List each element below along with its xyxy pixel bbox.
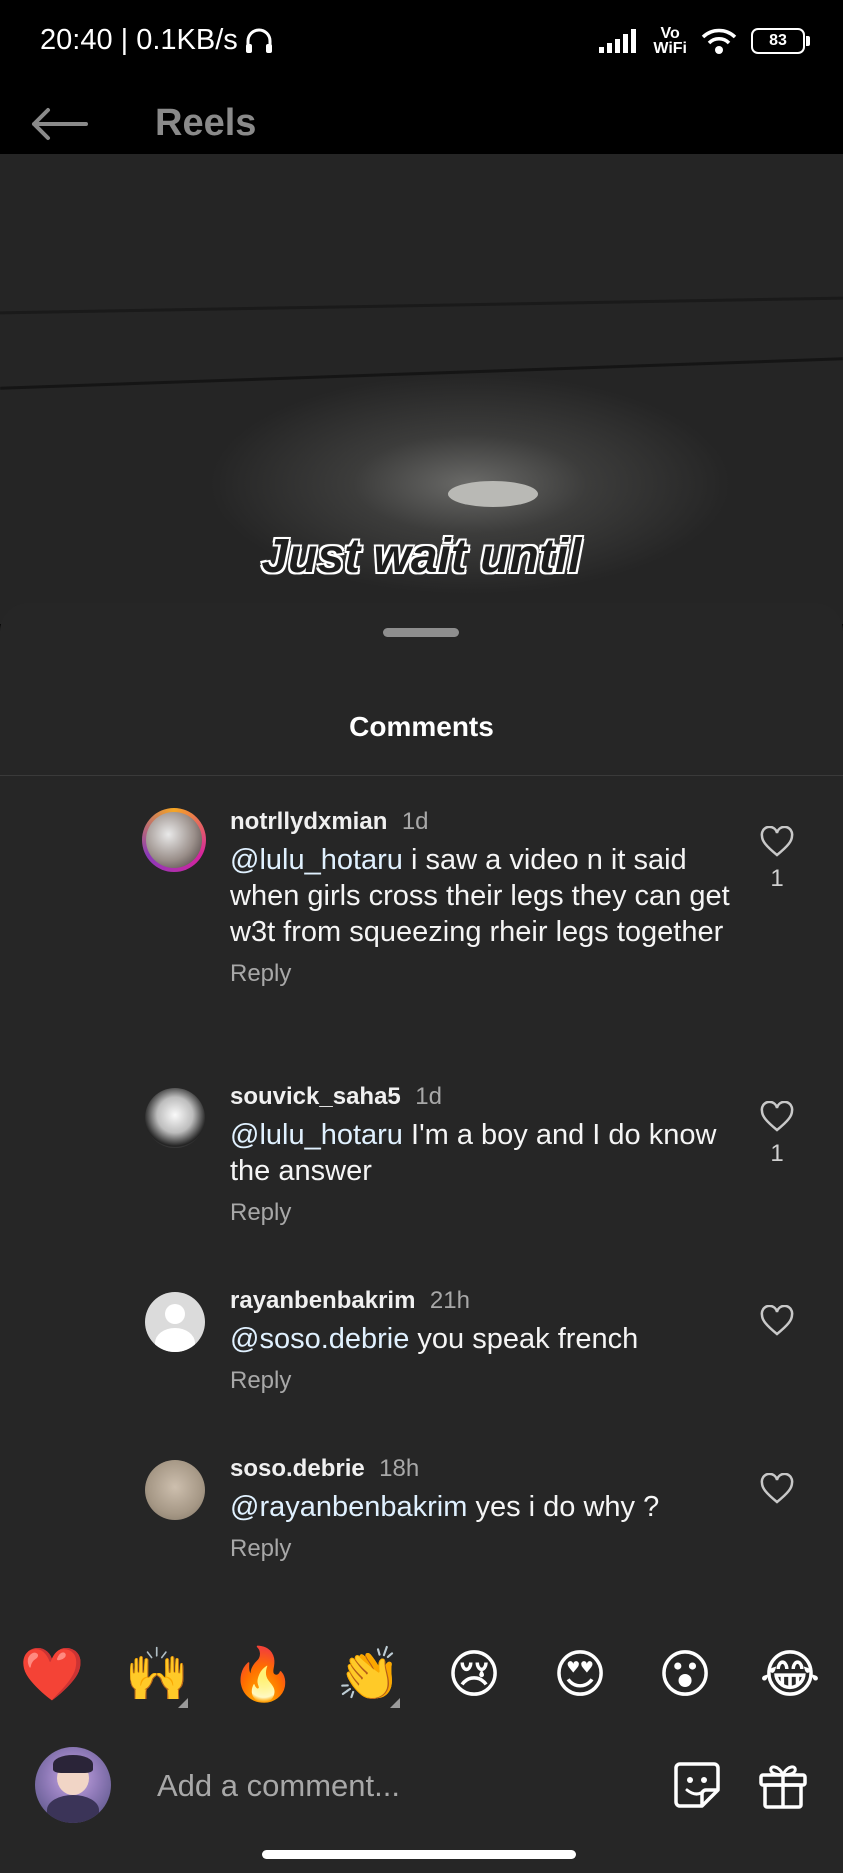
reels-header: Reels [0, 92, 843, 154]
comment-input[interactable] [155, 1760, 639, 1812]
emoji-heart[interactable]: ❤️ [17, 1640, 87, 1710]
comment-mention[interactable]: @soso.debrie [230, 1323, 409, 1355]
emoji-raised-hands[interactable]: 🙌 [122, 1640, 192, 1710]
comment-text: @rayanbenbakrim yes i do why ? [230, 1491, 660, 1523]
comment-time: 1d [401, 808, 429, 835]
home-indicator[interactable] [262, 1850, 576, 1859]
page-title: Reels [155, 102, 257, 144]
avatar[interactable] [142, 808, 206, 872]
gift-icon[interactable] [757, 1759, 809, 1811]
reply-button[interactable]: Reply [230, 960, 730, 988]
comment-mention[interactable]: @lulu_hotaru [230, 844, 403, 876]
reply-button[interactable]: Reply [230, 1199, 730, 1227]
like-control [757, 1304, 797, 1342]
sticker-icon[interactable] [672, 1760, 722, 1810]
comments-title: Comments [349, 711, 494, 742]
divider [0, 775, 843, 776]
skin-tone-indicator [178, 1698, 188, 1708]
comment-text: @soso.debrie you speak french [230, 1323, 639, 1355]
skin-tone-indicator [390, 1698, 400, 1708]
heart-icon[interactable] [760, 1100, 794, 1133]
comment-time: 18h [379, 1455, 420, 1482]
comment-text: @lulu_hotaru i saw a video n it said whe… [230, 844, 730, 948]
like-control: 1 [757, 1100, 797, 1168]
video-ceiling-line [0, 357, 843, 390]
battery-indicator: 83 [751, 28, 810, 54]
heart-icon[interactable] [760, 825, 794, 858]
avatar[interactable] [145, 1292, 205, 1352]
status-time-speed: 20:40 | 0.1KB/s [40, 24, 238, 56]
emoji-clapping[interactable]: 👏 [334, 1640, 404, 1710]
headphones-icon [245, 28, 272, 53]
comment-mention[interactable]: @lulu_hotaru [230, 1119, 403, 1151]
emoji-laughing[interactable]: 😂 [755, 1640, 825, 1710]
back-arrow-icon[interactable] [30, 106, 88, 142]
comment-time: 1d [415, 1083, 442, 1110]
drag-handle[interactable] [383, 628, 459, 637]
reply-button[interactable]: Reply [230, 1367, 730, 1395]
vowifi-indicator: Vo WiFi [653, 25, 687, 57]
comment-username[interactable]: notrllydxmian [230, 808, 387, 835]
like-count: 1 [770, 865, 784, 892]
emoji-surprised[interactable]: 😮 [650, 1640, 720, 1710]
comment-composer [0, 1735, 843, 1845]
emoji-heart-eyes[interactable]: 😍 [545, 1640, 615, 1710]
like-control [757, 1472, 797, 1510]
like-count: 1 [770, 1140, 784, 1167]
comment-text: @lulu_hotaru I'm a boy and I do know the… [230, 1119, 717, 1187]
emoji-fire[interactable]: 🔥 [228, 1640, 298, 1710]
avatar[interactable] [145, 1088, 205, 1148]
comment-username[interactable]: soso.debrie [230, 1455, 365, 1482]
comment-time: 21h [429, 1287, 470, 1314]
emoji-crying[interactable]: 😢 [439, 1640, 509, 1710]
wifi-icon [701, 28, 737, 54]
comment-mention[interactable]: @rayanbenbakrim [230, 1491, 467, 1523]
video-lamp [448, 481, 538, 507]
heart-icon[interactable] [760, 1472, 794, 1505]
video-caption: Just wait until [261, 530, 582, 583]
reel-video[interactable]: Just wait until [0, 154, 843, 624]
reply-button[interactable]: Reply [230, 1535, 730, 1563]
comment-username[interactable]: rayanbenbakrim [230, 1287, 415, 1314]
heart-icon[interactable] [760, 1304, 794, 1337]
video-ceiling-line [0, 296, 843, 315]
avatar[interactable] [145, 1460, 205, 1520]
avatar[interactable] [35, 1747, 111, 1823]
like-control: 1 [757, 825, 797, 893]
signal-icon [599, 29, 637, 53]
status-bar: 20:40 | 0.1KB/s Vo WiFi 83 [0, 0, 843, 92]
comment-username[interactable]: souvick_saha5 [230, 1083, 401, 1110]
emoji-reaction-bar: ❤️ 🙌 🔥 👏 😢 😍 😮 😂 [0, 1640, 843, 1720]
